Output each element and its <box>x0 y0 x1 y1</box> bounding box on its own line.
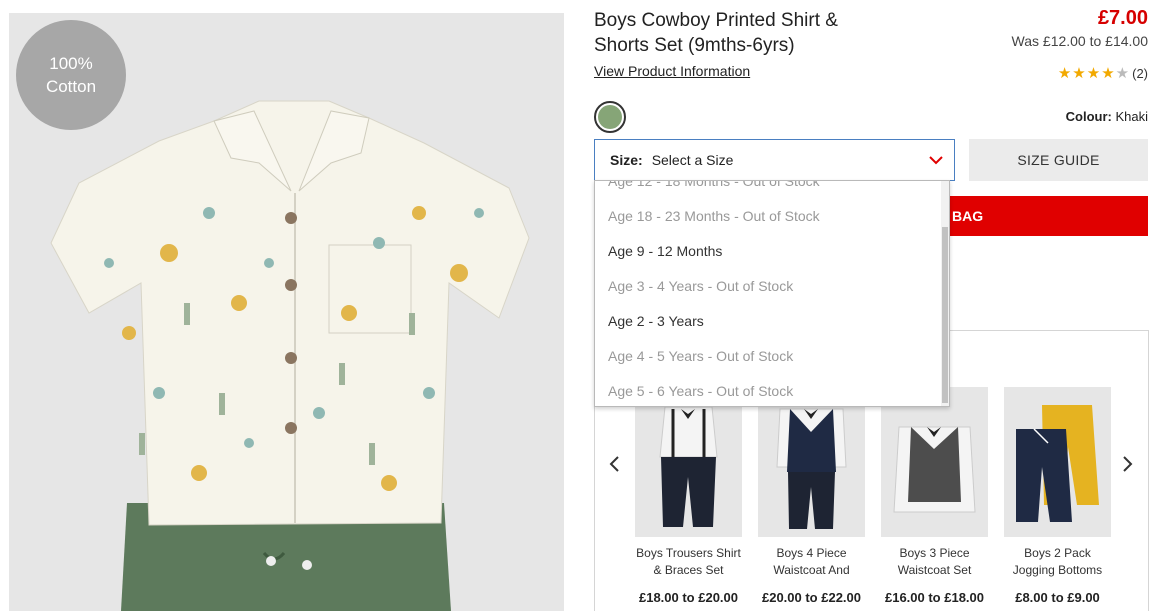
rec-card[interactable]: Boys 2 Pack Jogging Bottoms £8.00 to £9.… <box>1004 387 1111 605</box>
size-option[interactable]: Age 2 - 3 Years <box>595 304 941 339</box>
product-image[interactable]: 100% Cotton <box>9 13 564 611</box>
badge-line-2: Cotton <box>45 77 97 96</box>
waistcoat-4-piece-image <box>776 408 847 529</box>
review-count[interactable]: (2) <box>1132 66 1148 81</box>
rec-card[interactable]: Boys Trousers Shirt & Braces Set £18.00 … <box>635 387 742 605</box>
badge-line-1: 100% <box>49 54 93 73</box>
star-rating[interactable]: ★ ★ ★ ★ ★ (2) <box>1058 66 1148 81</box>
size-guide-button[interactable]: SIZE GUIDE <box>969 139 1148 181</box>
colour-indicator: Colour: Khaki <box>1066 109 1148 124</box>
chevron-down-icon <box>929 156 943 165</box>
cotton-badge: 100% Cotton <box>16 20 126 130</box>
rec-card[interactable]: Boys 3 Piece Waistcoat Set £16.00 to £18… <box>881 387 988 605</box>
size-label: Size: <box>610 152 643 168</box>
dropdown-scrollbar[interactable] <box>941 181 949 406</box>
size-placeholder: Select a Size <box>651 152 734 168</box>
star-icon: ★ <box>1057 65 1072 82</box>
star-icon: ★ <box>1086 65 1101 82</box>
chevron-left-icon[interactable] <box>607 455 621 473</box>
size-option[interactable]: Age 5 - 6 Years - Out of Stock <box>595 374 941 406</box>
size-option[interactable]: Age 4 - 5 Years - Out of Stock <box>595 339 941 374</box>
size-option[interactable]: Age 9 - 12 Months <box>595 234 941 269</box>
chevron-right-icon[interactable] <box>1121 455 1135 473</box>
was-price: Was £12.00 to £14.00 <box>1011 33 1148 49</box>
rec-price: £16.00 to £18.00 <box>884 590 985 605</box>
rec-price: £20.00 to £22.00 <box>761 590 862 605</box>
rec-image[interactable] <box>881 387 988 537</box>
swatch-fill <box>598 105 622 129</box>
rec-price: £8.00 to £9.00 <box>1015 590 1100 605</box>
size-select[interactable]: Size: Select a Size <box>594 139 955 181</box>
size-options: Age 12 - 18 Months - Out of Stock Age 18… <box>595 181 941 406</box>
star-icon: ★ <box>1072 65 1086 82</box>
rec-price: £18.00 to £20.00 <box>638 590 739 605</box>
trousers-braces-image <box>659 406 718 527</box>
star-icon: ★ <box>1101 65 1115 82</box>
colour-value: Khaki <box>1115 109 1148 124</box>
jogging-bottoms-image <box>1016 405 1099 522</box>
price: £7.00 <box>1097 7 1148 29</box>
rec-image[interactable] <box>758 387 865 537</box>
view-product-info-link[interactable]: View Product Information <box>594 63 750 79</box>
rec-image[interactable] <box>635 387 742 537</box>
rec-name[interactable]: Boys 2 Pack Jogging Bottoms <box>1004 545 1111 579</box>
product-title: Boys Cowboy Printed Shirt & Shorts Set (… <box>594 10 838 56</box>
colour-swatch-khaki[interactable] <box>594 101 626 133</box>
product-page: 100% Cotton Boys Cowboy Printed Shirt & … <box>0 0 1155 611</box>
rec-card[interactable]: Boys 4 Piece Waistcoat And £20.00 to £22… <box>758 387 865 605</box>
size-option[interactable]: Age 3 - 4 Years - Out of Stock <box>595 269 941 304</box>
star-empty-icon: ★ <box>1115 65 1130 82</box>
size-option[interactable]: Age 12 - 18 Months - Out of Stock <box>595 181 941 199</box>
size-dropdown-list[interactable]: Age 12 - 18 Months - Out of Stock Age 18… <box>594 180 950 407</box>
rec-name[interactable]: Boys 3 Piece Waistcoat Set <box>881 545 988 579</box>
colour-label: Colour: <box>1065 109 1112 124</box>
waistcoat-3-piece-image <box>893 426 976 513</box>
scrollbar-thumb[interactable] <box>942 227 948 403</box>
size-option[interactable]: Age 18 - 23 Months - Out of Stock <box>595 199 941 234</box>
rec-name[interactable]: Boys Trousers Shirt & Braces Set <box>635 545 742 579</box>
rec-name[interactable]: Boys 4 Piece Waistcoat And <box>758 545 865 579</box>
rec-image[interactable] <box>1004 387 1111 537</box>
